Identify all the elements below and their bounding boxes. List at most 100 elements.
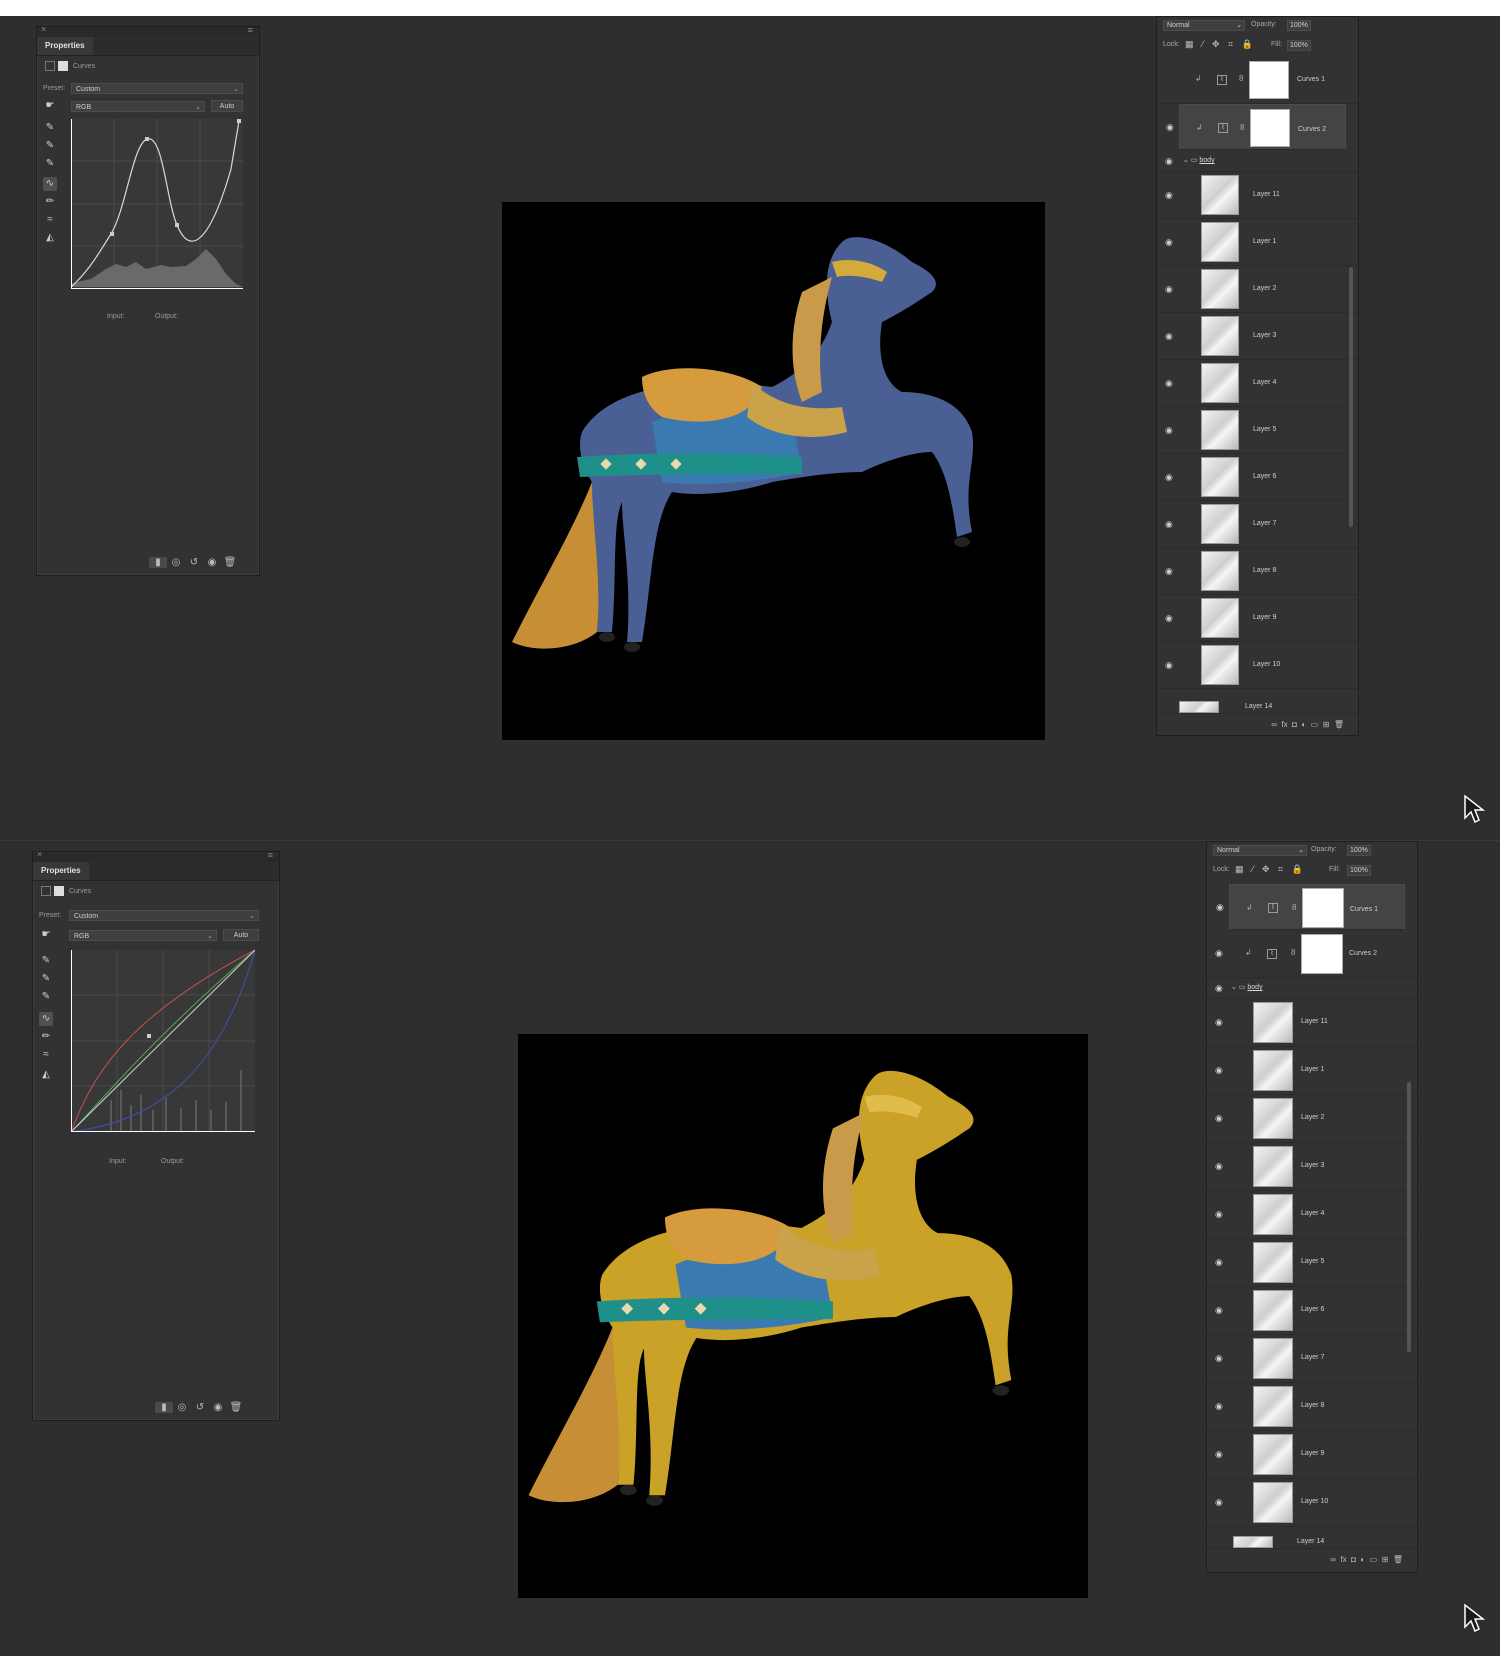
new-group-icon[interactable]: ▭ xyxy=(1370,1555,1378,1564)
auto-button[interactable]: Auto xyxy=(211,100,243,112)
layer-row[interactable]: ◉ Layer 1 xyxy=(1207,1047,1417,1095)
layer-row-curves-1[interactable]: ↲ ⌇ 8 Curves 1 xyxy=(1157,57,1358,104)
close-icon[interactable]: × xyxy=(37,849,42,859)
lock-icons[interactable]: ▦ ⁄ ✥ ⌗ 🔒 xyxy=(1185,39,1256,50)
mask-icon[interactable] xyxy=(58,61,68,71)
sample-white-eyedropper-icon[interactable]: ✎ xyxy=(39,990,53,1004)
link-layers-icon[interactable]: ∞ xyxy=(1271,720,1277,729)
layer-row[interactable]: ◉ Layer 7 xyxy=(1207,1335,1417,1383)
layer-row-curves-1[interactable]: ◉ ↲ ⌇ 8 Curves 1 xyxy=(1216,884,1405,930)
layer-row[interactable]: ◉ Layer 3 xyxy=(1157,313,1358,360)
fill-input[interactable]: 100% xyxy=(1287,40,1311,51)
add-mask-icon[interactable]: ◘ xyxy=(1292,720,1297,729)
layer-row[interactable]: ◉ Layer 2 xyxy=(1157,266,1358,313)
blend-mode-select[interactable]: Normal ⌄ xyxy=(1213,845,1307,856)
view-previous-icon[interactable]: ◎ xyxy=(173,1402,191,1413)
auto-button[interactable]: Auto xyxy=(223,929,259,941)
eye-icon[interactable]: ◉ xyxy=(1215,948,1223,959)
layer-row-curves-2[interactable]: ◉ ↲ ⌇ 8 Curves 2 xyxy=(1166,104,1346,150)
eye-icon[interactable]: ◉ xyxy=(1215,1257,1223,1268)
close-icon[interactable]: × xyxy=(41,24,46,34)
mask-thumbnail[interactable] xyxy=(1301,934,1343,974)
document-canvas[interactable] xyxy=(518,1034,1088,1598)
eye-icon[interactable]: ◉ xyxy=(1215,1161,1223,1172)
fx-icon[interactable]: fx xyxy=(1340,1555,1346,1564)
new-adjustment-icon[interactable]: ◐ xyxy=(1360,1555,1365,1564)
new-layer-icon[interactable]: ⊞ xyxy=(1323,720,1330,729)
curve-point[interactable] xyxy=(110,232,114,236)
document-canvas[interactable] xyxy=(502,202,1045,740)
eye-icon[interactable]: ◉ xyxy=(1165,331,1173,342)
curves-graph[interactable] xyxy=(71,950,255,1132)
fill-input[interactable]: 100% xyxy=(1347,865,1371,876)
eye-icon[interactable]: ◉ xyxy=(1165,660,1173,671)
eye-icon[interactable]: ◉ xyxy=(1215,1305,1223,1316)
eye-icon[interactable]: ◉ xyxy=(1165,613,1173,624)
new-group-icon[interactable]: ▭ xyxy=(1311,720,1319,729)
layers-scrollbar[interactable] xyxy=(1407,1082,1411,1352)
trash-icon[interactable]: 🗑 xyxy=(221,557,239,568)
channel-select[interactable]: RGB ⌄ xyxy=(69,930,217,941)
group-row-body[interactable]: ◉ ⌄ ▭ body xyxy=(1207,978,1417,999)
layer-row-curves-2[interactable]: ◉ ↲ ⌇ 8 Curves 2 xyxy=(1207,931,1417,978)
view-previous-icon[interactable]: ◎ xyxy=(167,557,185,568)
layer-row[interactable]: ◉ Layer 6 xyxy=(1207,1287,1417,1335)
sample-gray-eyedropper-icon[interactable]: ✎ xyxy=(43,139,57,153)
clipping-warning-icon[interactable]: ◭ xyxy=(43,231,57,245)
trash-icon[interactable]: 🗑 xyxy=(1334,720,1344,729)
eye-icon[interactable]: ◉ xyxy=(1215,1113,1223,1124)
clip-to-layer-icon[interactable]: ▮ xyxy=(155,1402,173,1413)
layer-row[interactable]: ◉ Layer 11 xyxy=(1157,172,1358,219)
eye-icon[interactable]: ◉ xyxy=(1215,1209,1223,1220)
group-row-body[interactable]: ◉ ⌄ ▭ body xyxy=(1157,151,1358,172)
visibility-icon[interactable]: ◉ xyxy=(203,557,221,568)
pencil-icon[interactable]: ✏ xyxy=(43,195,57,209)
eye-icon[interactable]: ◉ xyxy=(1165,425,1173,436)
layer-row[interactable]: ◉ Layer 5 xyxy=(1157,407,1358,454)
preset-select[interactable]: Custom ⌄ xyxy=(69,910,259,921)
layer-row[interactable]: ◉ Layer 9 xyxy=(1207,1431,1417,1479)
mask-thumbnail[interactable] xyxy=(1249,61,1289,99)
eye-icon[interactable]: ◉ xyxy=(1215,1449,1223,1460)
trash-icon[interactable]: 🗑 xyxy=(227,1402,245,1413)
layer-row[interactable]: ◉ Layer 4 xyxy=(1207,1191,1417,1239)
eye-icon[interactable]: ◉ xyxy=(1165,378,1173,389)
panel-menu-icon[interactable]: ≡ xyxy=(268,850,273,860)
eye-icon[interactable]: ◉ xyxy=(1215,983,1223,994)
mask-thumbnail[interactable] xyxy=(1302,888,1344,928)
eye-icon[interactable]: ◉ xyxy=(1215,1065,1223,1076)
sample-gray-eyedropper-icon[interactable]: ✎ xyxy=(39,972,53,986)
lock-icons[interactable]: ▦ ⁄ ✥ ⌗ 🔒 xyxy=(1235,864,1306,875)
layer-row[interactable]: ◉ Layer 10 xyxy=(1207,1479,1417,1527)
fx-icon[interactable]: fx xyxy=(1281,720,1287,729)
pencil-icon[interactable]: ✏ xyxy=(39,1030,53,1044)
eye-icon[interactable]: ◉ xyxy=(1165,190,1173,201)
eye-icon[interactable]: ◉ xyxy=(1215,1017,1223,1028)
preset-select[interactable]: Custom ⌄ xyxy=(71,83,243,94)
panel-menu-icon[interactable]: ≡ xyxy=(248,25,253,35)
smooth-icon[interactable]: ≈ xyxy=(39,1048,53,1062)
layer-row-partial[interactable]: Layer 14 xyxy=(1157,699,1358,714)
blend-mode-select[interactable]: Normal ⌄ xyxy=(1163,20,1245,31)
clip-to-layer-icon[interactable]: ▮ xyxy=(149,557,167,568)
tab-properties[interactable]: Properties xyxy=(37,37,93,55)
layer-row[interactable]: ◉ Layer 6 xyxy=(1157,454,1358,501)
curves-adjustment-icon[interactable] xyxy=(41,886,51,896)
eye-icon[interactable]: ◉ xyxy=(1215,1353,1223,1364)
channel-select[interactable]: RGB ⌄ xyxy=(71,101,205,112)
reset-icon[interactable]: ↺ xyxy=(185,557,203,568)
layers-scrollbar[interactable] xyxy=(1349,267,1353,527)
layer-row[interactable]: ◉ Layer 9 xyxy=(1157,595,1358,642)
curves-graph[interactable] xyxy=(71,119,243,289)
curve-point[interactable] xyxy=(237,119,241,123)
mask-thumbnail[interactable] xyxy=(1250,109,1290,147)
layer-row[interactable]: ◉ Layer 5 xyxy=(1207,1239,1417,1287)
eye-icon[interactable]: ◉ xyxy=(1165,156,1173,167)
layer-row[interactable]: ◉ Layer 3 xyxy=(1207,1143,1417,1191)
layer-row[interactable]: ◉ Layer 2 xyxy=(1207,1095,1417,1143)
eye-icon[interactable]: ◉ xyxy=(1215,1497,1223,1508)
curve-point[interactable] xyxy=(145,137,149,141)
layer-row[interactable]: ◉ Layer 7 xyxy=(1157,501,1358,548)
eye-icon[interactable]: ◉ xyxy=(1215,1401,1223,1412)
target-adjust-icon[interactable]: ☛ xyxy=(39,928,53,942)
